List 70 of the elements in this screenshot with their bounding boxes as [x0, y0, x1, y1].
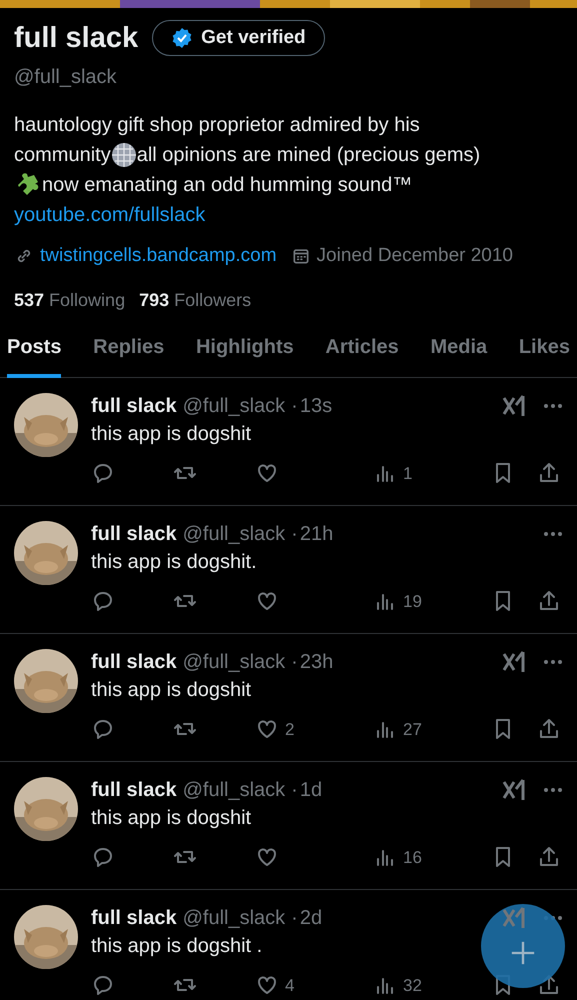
separator-dot: · — [291, 650, 298, 674]
author-name[interactable]: full slack — [91, 776, 177, 802]
grok-icon[interactable] — [501, 392, 527, 418]
website-link[interactable]: twistingcells.bandcamp.com — [40, 242, 277, 270]
profile-tab[interactable]: Likes — [518, 332, 570, 378]
like-count: 2 — [285, 718, 294, 740]
author-handle: @full_slack — [182, 778, 286, 802]
disco-ball-icon — [110, 142, 137, 168]
post-row[interactable]: full slack @full_slack ·21h this app is dogshit. 19 — [0, 506, 577, 634]
post-time: 13s — [300, 394, 332, 418]
view-count: 1 — [403, 462, 412, 484]
grok-icon[interactable] — [501, 648, 527, 674]
post-row[interactable]: full slack @full_slack ·1d this app is dogshit 16 — [0, 762, 577, 890]
profile-handle: @full_slack — [14, 65, 118, 90]
joined-date: Joined December 2010 — [316, 244, 514, 268]
author-handle: @full_slack — [182, 650, 286, 674]
post-text: this app is dogshit — [91, 678, 252, 702]
author-handle: @full_slack — [182, 522, 286, 546]
more-icon — [543, 788, 563, 792]
separator-dot: · — [291, 394, 298, 418]
author-handle: @full_slack — [182, 906, 286, 930]
post-time: 2d — [300, 906, 322, 930]
reply-icon — [91, 461, 115, 486]
post-text: this app is dogshit — [91, 806, 252, 830]
reply-icon — [91, 589, 115, 614]
grok-icon[interactable] — [501, 776, 527, 802]
post-text: this app is dogshit — [91, 422, 252, 446]
verified-badge-icon — [171, 27, 194, 49]
profile-tab[interactable]: Posts — [7, 332, 62, 378]
author-name[interactable]: full slack — [91, 904, 177, 930]
author-name[interactable]: full slack — [91, 520, 177, 546]
bio-text: now emanating an odd humming sound™ — [42, 173, 412, 198]
post-text: this app is dogshit. — [91, 550, 257, 574]
post-row[interactable]: full slack @full_slack ·13s this app is dogshit 1 — [0, 378, 577, 506]
reply-icon — [91, 845, 115, 870]
post-text: this app is dogshit . — [91, 934, 262, 958]
bio-text: hauntology gift shop proprietor admired by his — [14, 113, 420, 138]
more-icon — [543, 404, 563, 408]
grok-icon[interactable] — [501, 904, 527, 930]
profile-tab[interactable]: Replies — [93, 332, 164, 378]
more-icon — [543, 532, 563, 536]
author-name[interactable]: full slack — [91, 392, 177, 418]
following-link[interactable]: 537 Following — [14, 286, 126, 314]
reply-icon — [91, 717, 115, 742]
separator-dot: · — [291, 522, 298, 546]
post-time: 23h — [300, 650, 334, 674]
more-icon — [543, 660, 563, 664]
view-count: 32 — [403, 974, 422, 996]
bio-link[interactable]: youtube.com/fullslack — [14, 200, 206, 230]
bio-text: community — [14, 143, 111, 168]
separator-dot: · — [291, 778, 298, 802]
plus-icon — [510, 940, 536, 966]
get-verified-button[interactable]: Get verified — [152, 20, 325, 56]
bio-text: all opinions are mined (precious gems) — [136, 143, 480, 168]
reply-icon — [91, 973, 115, 998]
post-row[interactable]: full slack @full_slack ·23h this app is dogshit 2 27 — [0, 634, 577, 762]
profile-tab[interactable]: Articles — [325, 332, 399, 378]
view-count: 16 — [403, 846, 422, 868]
author-handle: @full_slack — [182, 394, 286, 418]
view-count: 19 — [403, 590, 422, 612]
view-count: 27 — [403, 718, 422, 740]
profile-tab[interactable]: Media — [430, 332, 488, 378]
like-count: 4 — [285, 974, 294, 996]
post-time: 21h — [300, 522, 334, 546]
profile-tab[interactable]: Highlights — [196, 332, 294, 378]
author-name[interactable]: full slack — [91, 648, 177, 674]
profile-name: full slack — [14, 21, 138, 56]
separator-dot: · — [291, 906, 298, 930]
followers-link[interactable]: 793 Followers — [139, 286, 252, 314]
post-time: 1d — [300, 778, 322, 802]
